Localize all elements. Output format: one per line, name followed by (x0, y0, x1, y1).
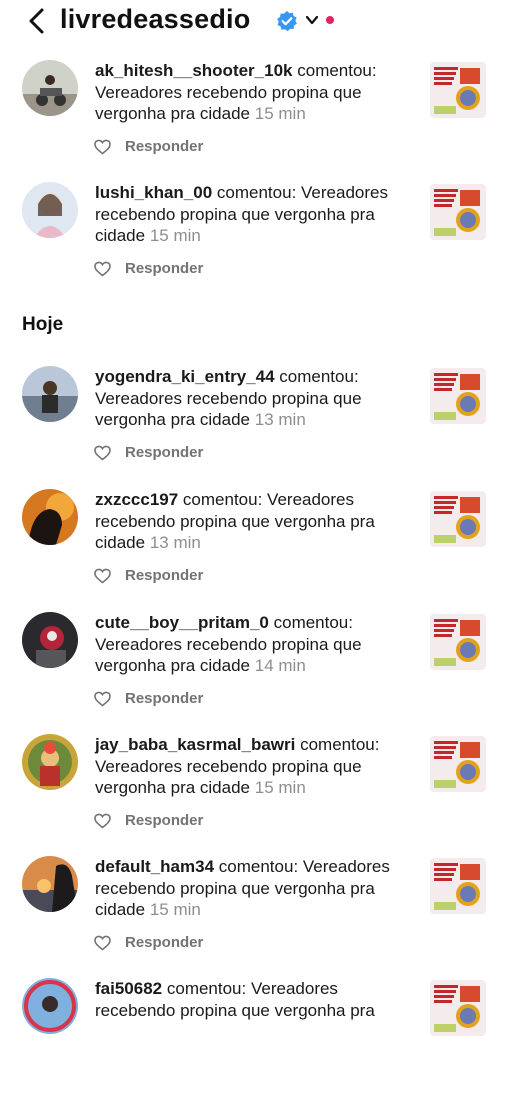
avatar[interactable] (22, 366, 78, 422)
reply-button[interactable]: Responder (125, 138, 203, 155)
heart-icon[interactable] (94, 261, 111, 277)
notification-text: cute__boy__pritam_0 comentou: Vereadores… (95, 612, 400, 677)
comment-text: Vereadores recebendo propina que vergonh… (95, 756, 362, 798)
username[interactable]: lushi_khan_00 (95, 183, 212, 202)
timestamp: 15 min (254, 778, 306, 797)
username[interactable]: yogendra_ki_entry_44 (95, 367, 275, 386)
username[interactable]: zxzccc197 (95, 490, 178, 509)
notification-text: fai50682 comentou: Vereadores recebendo … (95, 978, 400, 1021)
notification-text: default_ham34 comentou: Vereadores receb… (95, 856, 400, 921)
post-thumbnail[interactable] (430, 184, 486, 240)
notification-text: jay_baba_kasrmal_bawri comentou: Vereado… (95, 734, 400, 799)
post-thumbnail[interactable] (430, 736, 486, 792)
avatar[interactable] (22, 856, 78, 912)
notification-text: ak_hitesh__shooter_10k comentou: Vereado… (95, 60, 400, 125)
notification-text: lushi_khan_00 comentou: Vereadores receb… (95, 182, 400, 247)
comment-text: Vereadores recebendo propina que vergonh… (95, 388, 362, 430)
comment-text: Vereadores recebendo propina que vergonh… (95, 82, 362, 124)
commented-label: comentou: (218, 857, 299, 876)
comment-text: Vereadores recebendo propina que vergonh… (95, 634, 362, 676)
username[interactable]: cute__boy__pritam_0 (95, 613, 269, 632)
notification-text: zxzccc197 comentou: Vereadores recebendo… (95, 489, 400, 554)
commented-label: comentou: (273, 613, 353, 632)
post-thumbnail[interactable] (430, 62, 486, 118)
commented-label: comentou: (182, 490, 263, 509)
avatar[interactable] (22, 60, 78, 116)
timestamp: 14 min (254, 656, 306, 675)
chevron-down-icon[interactable] (304, 13, 320, 27)
notification-item[interactable]: zxzccc197 comentou: Vereadores recebendo… (0, 489, 508, 607)
post-thumbnail[interactable] (430, 491, 486, 547)
commented-label: comentou: (216, 183, 297, 202)
heart-icon[interactable] (94, 139, 111, 155)
heart-icon[interactable] (94, 935, 111, 951)
notification-item[interactable]: jay_baba_kasrmal_bawri comentou: Vereado… (0, 734, 508, 852)
notification-item[interactable]: cute__boy__pritam_0 comentou: Vereadores… (0, 612, 508, 730)
notification-item[interactable]: ak_hitesh__shooter_10k comentou: Vereado… (0, 60, 508, 178)
notification-dot (326, 16, 334, 24)
reply-button[interactable]: Responder (125, 934, 203, 951)
username[interactable]: jay_baba_kasrmal_bawri (95, 735, 295, 754)
commented-label: comentou: (297, 61, 377, 80)
avatar[interactable] (22, 978, 78, 1034)
account-title[interactable]: livredeassedio (60, 4, 250, 35)
top-header: livredeassedio (0, 0, 508, 44)
back-arrow-icon[interactable] (26, 6, 50, 36)
post-thumbnail[interactable] (430, 368, 486, 424)
verified-badge-icon (277, 11, 297, 32)
username[interactable]: ak_hitesh__shooter_10k (95, 61, 293, 80)
timestamp: 15 min (254, 104, 306, 123)
reply-button[interactable]: Responder (125, 444, 203, 461)
avatar[interactable] (22, 734, 78, 790)
notification-item[interactable]: default_ham34 comentou: Vereadores receb… (0, 856, 508, 974)
timestamp: 13 min (254, 410, 306, 429)
avatar[interactable] (22, 612, 78, 668)
username[interactable]: fai50682 (95, 979, 162, 998)
heart-icon[interactable] (94, 568, 111, 584)
timestamp: 13 min (149, 533, 201, 552)
avatar[interactable] (22, 182, 78, 238)
heart-icon[interactable] (94, 445, 111, 461)
section-header-today: Hoje (22, 314, 64, 335)
commented-label: comentou: (166, 979, 247, 998)
timestamp: 15 min (149, 900, 201, 919)
reply-button[interactable]: Responder (125, 567, 203, 584)
reply-button[interactable]: Responder (125, 260, 203, 277)
reply-button[interactable]: Responder (125, 690, 203, 707)
notification-text: yogendra_ki_entry_44 comentou: Vereadore… (95, 366, 400, 431)
heart-icon[interactable] (94, 691, 111, 707)
commented-label: comentou: (279, 367, 359, 386)
timestamp: 15 min (149, 226, 201, 245)
heart-icon[interactable] (94, 813, 111, 829)
notification-item[interactable]: yogendra_ki_entry_44 comentou: Vereadore… (0, 366, 508, 484)
notification-item[interactable]: fai50682 comentou: Vereadores recebendo … (0, 978, 508, 1096)
post-thumbnail[interactable] (430, 858, 486, 914)
avatar[interactable] (22, 489, 78, 545)
notification-item[interactable]: lushi_khan_00 comentou: Vereadores receb… (0, 182, 508, 300)
commented-label: comentou: (300, 735, 380, 754)
post-thumbnail[interactable] (430, 614, 486, 670)
post-thumbnail[interactable] (430, 980, 486, 1036)
username[interactable]: default_ham34 (95, 857, 214, 876)
reply-button[interactable]: Responder (125, 812, 203, 829)
